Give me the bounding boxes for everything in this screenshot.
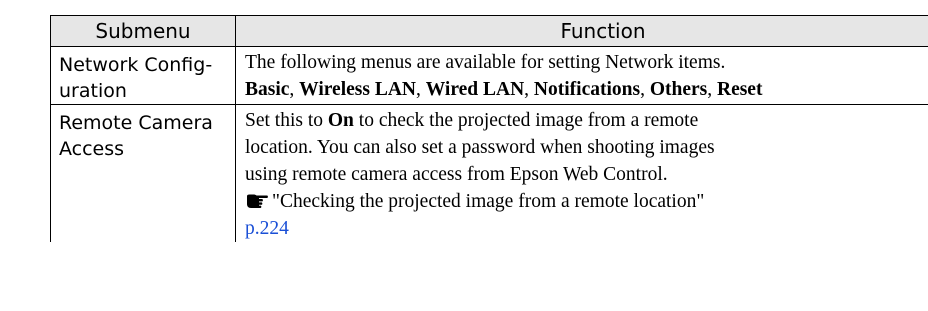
item-others: Others [649,79,708,100]
cross-reference: "Checking the projected image from a rem… [245,188,928,215]
item-reset: Reset [716,79,763,100]
page: Submenu Function Network Config- uration… [0,0,928,311]
network-items-line: Basic, Wireless LAN, Wired LAN, Notifica… [245,76,928,103]
table-row-remote-camera-access: Remote Camera Access Set this to On to c… [50,104,928,242]
network-intro-text: The following menus are available for se… [245,52,726,73]
separator: , [640,79,650,100]
function-cell: The following menus are available for se… [235,46,928,105]
cross-reference-text: "Checking the projected image from a rem… [272,191,705,212]
page-reference-link[interactable]: p.224 [245,218,289,239]
submenu-remote-camera-access: Remote Camera Access [59,112,213,160]
item-wireless-lan: Wireless LAN [299,79,416,100]
remote-camera-line-2: location. You can also set a password wh… [245,137,715,158]
item-wired-lan: Wired LAN [425,79,525,100]
pointing-hand-icon [245,193,272,209]
separator: , [289,79,300,100]
submenu-network-configuration: Network Config- uration [59,54,213,102]
on-setting-value: On [327,110,354,131]
remote-camera-line-1: Set this to On to check the projected im… [245,110,699,131]
network-menu-table: Submenu Function Network Config- uration… [50,15,928,242]
item-basic: Basic [245,79,290,100]
function-column-header: Function [235,15,928,47]
table-header-row: Submenu Function [50,15,928,47]
submenu-cell: Remote Camera Access [50,104,236,242]
function-cell: Set this to On to check the projected im… [235,104,928,242]
remote-camera-line-3: using remote camera access from Epson We… [245,164,668,185]
table-row-network-configuration: Network Config- uration The following me… [50,46,928,105]
separator: , [707,79,717,100]
separator: , [416,79,426,100]
submenu-column-header: Submenu [50,15,236,47]
item-notifications: Notifications [533,79,641,100]
separator: , [524,79,534,100]
submenu-cell: Network Config- uration [50,46,236,105]
